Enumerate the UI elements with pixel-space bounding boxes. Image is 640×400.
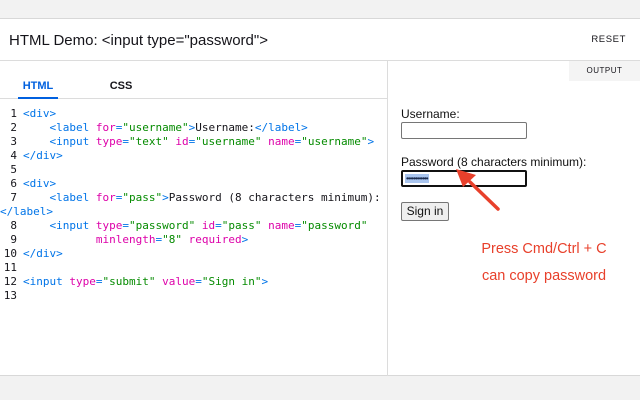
arrow-shaft [468, 180, 500, 211]
annotation-arrow [456, 169, 500, 211]
demo-frame: HTML Demo: <input type="password"> RESET… [0, 18, 640, 376]
